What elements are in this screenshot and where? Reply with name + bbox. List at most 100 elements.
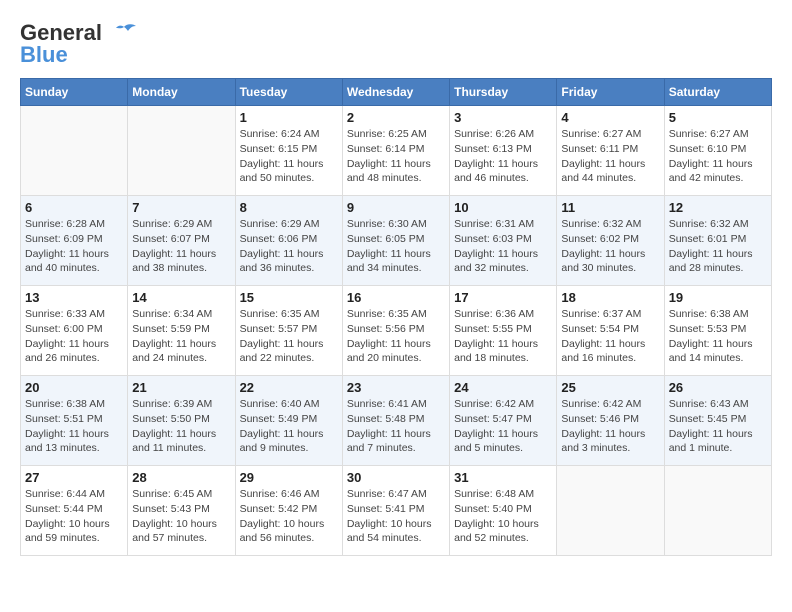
calendar-cell: 11Sunrise: 6:32 AMSunset: 6:02 PMDayligh… (557, 196, 664, 286)
calendar-cell: 25 Sunrise: 6:42 AMSunset: 5:46 PMDayligh… (557, 376, 664, 466)
calendar-cell: 5 Sunrise: 6:27 AMSunset: 6:10 PMDaylight… (664, 106, 771, 196)
day-number: 16 (347, 290, 445, 305)
day-info: Sunrise: 6:27 AMSunset: 6:10 PMDaylight:… (669, 127, 767, 186)
calendar-header: SundayMondayTuesdayWednesdayThursdayFrid… (21, 79, 772, 106)
calendar-cell: 18Sunrise: 6:37 AMSunset: 5:54 PMDayligh… (557, 286, 664, 376)
day-number: 24 (454, 380, 552, 395)
calendar-cell: 13 Sunrise: 6:33 AMSunset: 6:00 PMDayligh… (21, 286, 128, 376)
day-number: 21 (132, 380, 230, 395)
day-of-week-header: Friday (557, 79, 664, 106)
day-number: 27 (25, 470, 123, 485)
day-info: Sunrise: 6:36 AMSunset: 5:55 PMDaylight:… (454, 307, 552, 366)
day-info: Sunrise: 6:39 AMSunset: 5:50 PMDaylight:… (132, 397, 230, 456)
calendar-cell: 29 Sunrise: 6:46 AMSunset: 5:42 PMDayligh… (235, 466, 342, 556)
day-number: 13 (25, 290, 123, 305)
day-number: 26 (669, 380, 767, 395)
calendar-cell: 31 Sunrise: 6:48 AMSunset: 5:40 PMDayligh… (450, 466, 557, 556)
calendar-week-row: 20 Sunrise: 6:38 AMSunset: 5:51 PMDayligh… (21, 376, 772, 466)
day-number: 10 (454, 200, 552, 215)
calendar-cell: 9Sunrise: 6:30 AMSunset: 6:05 PMDaylight… (342, 196, 449, 286)
calendar-cell: 17 Sunrise: 6:36 AMSunset: 5:55 PMDayligh… (450, 286, 557, 376)
logo-blue-text: Blue (20, 42, 68, 68)
day-info: Sunrise: 6:24 AMSunset: 6:15 PMDaylight:… (240, 127, 338, 186)
calendar-cell (128, 106, 235, 196)
day-of-week-header: Sunday (21, 79, 128, 106)
calendar-week-row: 13 Sunrise: 6:33 AMSunset: 6:00 PMDayligh… (21, 286, 772, 376)
day-number: 20 (25, 380, 123, 395)
calendar-cell: 21 Sunrise: 6:39 AMSunset: 5:50 PMDayligh… (128, 376, 235, 466)
day-number: 23 (347, 380, 445, 395)
day-info: Sunrise: 6:35 AMSunset: 5:57 PMDaylight:… (240, 307, 338, 366)
day-number: 29 (240, 470, 338, 485)
day-info: Sunrise: 6:43 AMSunset: 5:45 PMDaylight:… (669, 397, 767, 456)
day-of-week-header: Tuesday (235, 79, 342, 106)
day-number: 3 (454, 110, 552, 125)
day-number: 6 (25, 200, 123, 215)
day-info: Sunrise: 6:33 AMSunset: 6:00 PMDaylight:… (25, 307, 123, 366)
calendar-cell: 16 Sunrise: 6:35 AMSunset: 5:56 PMDayligh… (342, 286, 449, 376)
calendar-cell: 20 Sunrise: 6:38 AMSunset: 5:51 PMDayligh… (21, 376, 128, 466)
day-info: Sunrise: 6:34 AMSunset: 5:59 PMDaylight:… (132, 307, 230, 366)
day-info: Sunrise: 6:45 AMSunset: 5:43 PMDaylight:… (132, 487, 230, 546)
day-info: Sunrise: 6:28 AMSunset: 6:09 PMDaylight:… (25, 217, 123, 276)
day-number: 12 (669, 200, 767, 215)
day-of-week-header: Saturday (664, 79, 771, 106)
calendar-cell: 28 Sunrise: 6:45 AMSunset: 5:43 PMDayligh… (128, 466, 235, 556)
day-info: Sunrise: 6:38 AMSunset: 5:51 PMDaylight:… (25, 397, 123, 456)
day-number: 30 (347, 470, 445, 485)
calendar-cell (664, 466, 771, 556)
day-info: Sunrise: 6:29 AMSunset: 6:06 PMDaylight:… (240, 217, 338, 276)
day-number: 31 (454, 470, 552, 485)
calendar-cell: 3Sunrise: 6:26 AMSunset: 6:13 PMDaylight… (450, 106, 557, 196)
calendar-cell: 4Sunrise: 6:27 AMSunset: 6:11 PMDaylight… (557, 106, 664, 196)
calendar-cell: 27Sunrise: 6:44 AMSunset: 5:44 PMDayligh… (21, 466, 128, 556)
day-number: 5 (669, 110, 767, 125)
calendar-cell: 1Sunrise: 6:24 AMSunset: 6:15 PMDaylight… (235, 106, 342, 196)
day-number: 17 (454, 290, 552, 305)
logo: General Blue (20, 20, 138, 68)
calendar-cell: 19Sunrise: 6:38 AMSunset: 5:53 PMDayligh… (664, 286, 771, 376)
calendar-cell: 2 Sunrise: 6:25 AMSunset: 6:14 PMDaylight… (342, 106, 449, 196)
day-info: Sunrise: 6:48 AMSunset: 5:40 PMDaylight:… (454, 487, 552, 546)
calendar-cell: 7Sunrise: 6:29 AMSunset: 6:07 PMDaylight… (128, 196, 235, 286)
calendar-week-row: 27Sunrise: 6:44 AMSunset: 5:44 PMDayligh… (21, 466, 772, 556)
day-number: 15 (240, 290, 338, 305)
day-info: Sunrise: 6:42 AMSunset: 5:46 PMDaylight:… (561, 397, 659, 456)
calendar-cell (21, 106, 128, 196)
day-number: 18 (561, 290, 659, 305)
day-info: Sunrise: 6:38 AMSunset: 5:53 PMDaylight:… (669, 307, 767, 366)
calendar-week-row: 1Sunrise: 6:24 AMSunset: 6:15 PMDaylight… (21, 106, 772, 196)
day-number: 11 (561, 200, 659, 215)
calendar-cell: 22 Sunrise: 6:40 AMSunset: 5:49 PMDayligh… (235, 376, 342, 466)
day-number: 14 (132, 290, 230, 305)
logo-general: General (20, 20, 102, 45)
calendar-cell: 12 Sunrise: 6:32 AMSunset: 6:01 PMDayligh… (664, 196, 771, 286)
day-number: 25 (561, 380, 659, 395)
calendar-table: SundayMondayTuesdayWednesdayThursdayFrid… (20, 78, 772, 556)
day-info: Sunrise: 6:31 AMSunset: 6:03 PMDaylight:… (454, 217, 552, 276)
day-info: Sunrise: 6:25 AMSunset: 6:14 PMDaylight:… (347, 127, 445, 186)
day-info: Sunrise: 6:35 AMSunset: 5:56 PMDaylight:… (347, 307, 445, 366)
calendar-cell: 8Sunrise: 6:29 AMSunset: 6:06 PMDaylight… (235, 196, 342, 286)
calendar-cell: 14 Sunrise: 6:34 AMSunset: 5:59 PMDayligh… (128, 286, 235, 376)
day-number: 22 (240, 380, 338, 395)
calendar-week-row: 6 Sunrise: 6:28 AMSunset: 6:09 PMDaylight… (21, 196, 772, 286)
calendar-cell: 24Sunrise: 6:42 AMSunset: 5:47 PMDayligh… (450, 376, 557, 466)
calendar-cell: 30Sunrise: 6:47 AMSunset: 5:41 PMDayligh… (342, 466, 449, 556)
calendar-cell: 6 Sunrise: 6:28 AMSunset: 6:09 PMDaylight… (21, 196, 128, 286)
day-info: Sunrise: 6:40 AMSunset: 5:49 PMDaylight:… (240, 397, 338, 456)
page-header: General Blue (20, 20, 772, 68)
day-info: Sunrise: 6:41 AMSunset: 5:48 PMDaylight:… (347, 397, 445, 456)
calendar-cell: 15 Sunrise: 6:35 AMSunset: 5:57 PMDayligh… (235, 286, 342, 376)
calendar-cell: 23 Sunrise: 6:41 AMSunset: 5:48 PMDayligh… (342, 376, 449, 466)
day-number: 2 (347, 110, 445, 125)
calendar-cell: 10 Sunrise: 6:31 AMSunset: 6:03 PMDayligh… (450, 196, 557, 286)
day-info: Sunrise: 6:32 AMSunset: 6:01 PMDaylight:… (669, 217, 767, 276)
day-number: 4 (561, 110, 659, 125)
day-number: 9 (347, 200, 445, 215)
day-number: 28 (132, 470, 230, 485)
day-info: Sunrise: 6:46 AMSunset: 5:42 PMDaylight:… (240, 487, 338, 546)
day-of-week-header: Thursday (450, 79, 557, 106)
calendar-cell: 26 Sunrise: 6:43 AMSunset: 5:45 PMDayligh… (664, 376, 771, 466)
logo-bird-icon (110, 23, 138, 45)
